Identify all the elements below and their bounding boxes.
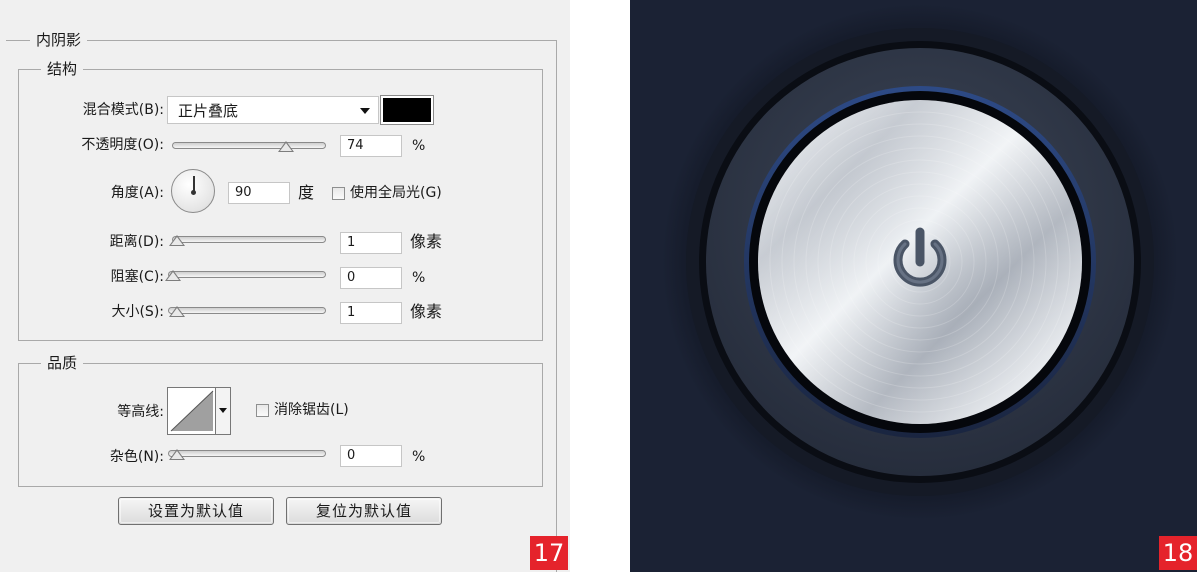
chevron-down-icon xyxy=(360,108,370,114)
choke-label: 阻塞(C): xyxy=(110,269,164,285)
contour-picker[interactable] xyxy=(167,387,231,435)
knob-preview: 18 xyxy=(630,0,1197,572)
chevron-down-icon xyxy=(219,408,227,413)
angle-input[interactable]: 90 xyxy=(228,182,290,204)
global-light-label[interactable]: 使用全局光(G) xyxy=(350,183,442,203)
opacity-slider-track xyxy=(172,142,326,149)
structure-title: 结构 xyxy=(41,59,84,79)
global-light-checkbox[interactable] xyxy=(332,187,345,200)
inner-shadow-dialog: 内阴影 结构 混合模式(B): 正片叠底 不透明度(O): 74 % 角度(A)… xyxy=(0,0,570,572)
angle-dial[interactable] xyxy=(171,169,215,213)
size-label: 大小(S): xyxy=(111,304,164,320)
step-badge-18: 18 xyxy=(1159,536,1197,570)
step-badge-17: 17 xyxy=(530,536,568,570)
opacity-unit: % xyxy=(412,138,426,154)
opacity-label: 不透明度(O): xyxy=(81,137,164,153)
anti-alias-checkbox[interactable] xyxy=(256,404,269,417)
size-slider[interactable] xyxy=(168,306,326,317)
blend-mode-value: 正片叠底 xyxy=(178,102,239,120)
noise-input[interactable]: 0 xyxy=(340,445,402,467)
distance-unit: 像素 xyxy=(410,232,443,251)
inner-shadow-title: 内阴影 xyxy=(30,30,88,50)
angle-unit: 度 xyxy=(298,183,315,202)
distance-slider-track xyxy=(172,236,326,243)
size-slider-track xyxy=(168,307,326,314)
power-knob-illustration xyxy=(662,4,1178,520)
contour-dropdown-button[interactable] xyxy=(215,388,230,434)
noise-slider-thumb[interactable] xyxy=(169,449,185,460)
noise-slider-track xyxy=(168,450,326,457)
blend-mode-label: 混合模式(B): xyxy=(82,102,164,118)
distance-slider-thumb[interactable] xyxy=(169,235,185,246)
distance-slider[interactable] xyxy=(169,235,326,246)
size-slider-thumb[interactable] xyxy=(169,306,185,317)
choke-slider-track xyxy=(168,271,326,278)
angle-dial-needle xyxy=(193,176,195,191)
choke-unit: % xyxy=(412,270,426,286)
contour-label: 等高线: xyxy=(117,404,164,420)
angle-label: 角度(A): xyxy=(110,185,164,201)
noise-slider[interactable] xyxy=(168,449,326,460)
distance-input[interactable]: 1 xyxy=(340,232,402,254)
quality-group: 品质 xyxy=(18,353,543,487)
blend-mode-select[interactable]: 正片叠底 xyxy=(167,96,379,124)
choke-slider[interactable] xyxy=(165,270,326,281)
anti-alias-label[interactable]: 消除锯齿(L) xyxy=(274,400,349,420)
opacity-slider-thumb[interactable] xyxy=(277,141,294,152)
size-input[interactable]: 1 xyxy=(340,302,402,324)
choke-slider-thumb[interactable] xyxy=(165,270,181,281)
distance-label: 距离(D): xyxy=(109,234,164,250)
reset-default-button[interactable]: 复位为默认值 xyxy=(286,497,442,525)
opacity-slider[interactable] xyxy=(172,141,326,152)
shadow-color-swatch[interactable] xyxy=(380,95,434,125)
set-default-button[interactable]: 设置为默认值 xyxy=(118,497,274,525)
contour-preview-icon xyxy=(170,390,214,432)
quality-title: 品质 xyxy=(41,353,84,373)
choke-input[interactable]: 0 xyxy=(340,267,402,289)
noise-label: 杂色(N): xyxy=(109,449,164,465)
size-unit: 像素 xyxy=(410,302,443,321)
angle-dial-center xyxy=(191,190,196,195)
noise-unit: % xyxy=(412,449,426,465)
opacity-input[interactable]: 74 xyxy=(340,135,402,157)
